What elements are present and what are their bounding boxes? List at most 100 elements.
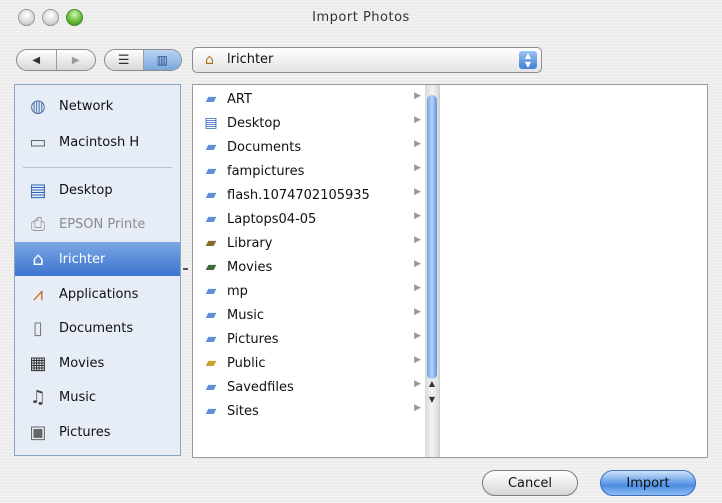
sidebar-item-label: Movies [59,355,105,371]
browser-column: ▰ ART ▶ ▤ Desktop ▶ ▰ Documents ▶ ▰ famp… [193,85,440,457]
toolbar: ◀ ▶ ☰ ▥ ⌂ lrichter ▲ ▼ [0,44,722,76]
movies-icon: ▦ [29,352,47,374]
item-name: Pictures [227,331,279,347]
sidebar-item-desktop[interactable]: ▤ Desktop [15,173,180,207]
path-popup[interactable]: ⌂ lrichter ▲ ▼ [192,47,542,73]
globe-icon: ◍ [30,95,46,117]
public-folder-icon: ▰ [205,355,217,371]
folder-icon: ▰ [205,91,217,107]
printer-icon: ⎙ [30,213,46,235]
list-item[interactable]: ▰ Movies ▶ [193,255,423,279]
view-mode-control: ☰ ▥ [104,49,182,71]
sidebar-item-epson-printer[interactable]: ⎙ EPSON Printe [15,207,180,241]
cancel-button[interactable]: Cancel [482,470,578,496]
list-item[interactable]: ▰ flash.1074702105935 ▶ [193,183,423,207]
folder-icon: ▰ [205,283,217,299]
list-item[interactable]: ▰ ART ▶ [193,87,423,111]
scrollbar-thumb[interactable] [427,95,437,379]
column-browser: ▰ ART ▶ ▤ Desktop ▶ ▰ Documents ▶ ▰ famp… [192,84,708,458]
item-name: mp [227,283,248,299]
sidebar-item-label: Desktop [59,182,113,198]
back-forward-control: ◀ ▶ [16,49,96,71]
list-item[interactable]: ▰ Sites ▶ [193,399,423,423]
path-popup-label: lrichter [227,52,274,67]
sidebar-item-label: Music [59,389,96,405]
list-item[interactable]: ▰ Savedfiles ▶ [193,375,423,399]
folder-icon: ▰ [205,187,217,203]
column-view-button[interactable]: ▥ [143,50,181,70]
sidebar-item-lrichter[interactable]: ⌂ lrichter [15,242,180,276]
sidebar-item-macintosh-hd[interactable]: ▭ Macintosh H [15,125,180,159]
item-name: Desktop [227,115,281,131]
movies-folder-icon: ▰ [205,259,217,275]
chevron-right-icon: ▶ [414,379,421,389]
chevron-right-icon: ▶ [414,139,421,149]
sidebar-item-documents[interactable]: ▯ Documents [15,311,180,345]
chevron-right-icon: ▶ [414,307,421,317]
music-icon: ♫ [29,386,47,408]
item-name: Savedfiles [227,379,294,395]
item-name: ART [227,91,252,107]
list-view-button[interactable]: ☰ [105,50,144,70]
chevron-right-icon: ▶ [414,211,421,221]
back-arrow-icon: ◀ [32,54,41,66]
sidebar-item-music[interactable]: ♫ Music [15,380,180,414]
sidebar-item-pictures[interactable]: ▣ Pictures [15,415,180,449]
library-folder-icon: ▰ [205,235,217,251]
item-name: Documents [227,139,302,155]
list-item[interactable]: ▰ Library ▶ [193,231,423,255]
sidebar-item-label: Pictures [59,424,111,440]
sidebar-item-applications[interactable]: ⩘ Applications [15,277,180,311]
list-item[interactable]: ▰ Public ▶ [193,351,423,375]
chevron-right-icon: ▶ [414,187,421,197]
sidebar-item-label: Applications [59,286,139,302]
list-item[interactable]: ▰ Documents ▶ [193,135,423,159]
applications-icon: ⩘ [32,283,44,305]
back-button[interactable]: ◀ [17,50,57,70]
sidebar-item-movies[interactable]: ▦ Movies [15,346,180,380]
list-item[interactable]: ▰ Music ▶ [193,303,423,327]
music-folder-icon: ▰ [205,307,217,323]
document-icon: ▯ [33,317,43,339]
vertical-scrollbar[interactable]: ▲ ▼ [425,85,439,457]
title-bar: Import Photos [0,0,722,36]
sidebar-item-label: Documents [59,320,134,336]
chevron-right-icon: ▶ [414,115,421,125]
sidebar-item-label: lrichter [59,251,106,267]
chevron-right-icon: ▶ [414,259,421,269]
scroll-down-icon[interactable]: ▼ [426,395,438,407]
chevron-right-icon: ▶ [414,283,421,293]
window-title: Import Photos [312,10,410,25]
sidebar: ◍ Network ▭ Macintosh H ▤ Desktop ⎙ EPSO… [14,84,181,456]
import-button[interactable]: Import [600,470,696,496]
sidebar-item-network[interactable]: ◍ Network [15,89,180,123]
item-name: Music [227,307,264,323]
hard-drive-icon: ▭ [29,131,47,153]
item-name: Sites [227,403,259,419]
item-name: Library [227,235,273,251]
list-item[interactable]: ▰ Pictures ▶ [193,327,423,351]
sidebar-divider [23,167,172,168]
item-name: flash.1074702105935 [227,187,370,203]
scroll-up-icon[interactable]: ▲ [426,379,438,391]
list-item[interactable]: ▤ Desktop ▶ [193,111,423,135]
chevron-right-icon: ▶ [414,91,421,101]
pictures-icon: ▣ [29,421,47,443]
list-item[interactable]: ▰ Laptops04-05 ▶ [193,207,423,231]
sidebar-resize-handle[interactable] [183,268,188,270]
item-name: Movies [227,259,273,275]
desktop-folder-icon: ▤ [204,115,218,131]
list-item[interactable]: ▰ fampictures ▶ [193,159,423,183]
desktop-icon: ▤ [29,179,47,201]
home-icon: ⌂ [205,52,214,68]
sidebar-item-label: EPSON Printe [59,216,146,232]
pictures-folder-icon: ▰ [205,331,217,347]
sites-folder-icon: ▰ [205,403,217,419]
popup-arrows-icon: ▲ ▼ [519,51,537,69]
import-photos-window: Import Photos ◀ ▶ ☰ ▥ ⌂ lrichter ▲ ▼ ◍ Ne… [0,0,722,503]
list-item[interactable]: ▰ mp ▶ [193,279,423,303]
folder-icon: ▰ [205,379,217,395]
forward-arrow-icon: ▶ [71,54,80,66]
chevron-right-icon: ▶ [414,403,421,413]
forward-button[interactable]: ▶ [57,50,96,70]
